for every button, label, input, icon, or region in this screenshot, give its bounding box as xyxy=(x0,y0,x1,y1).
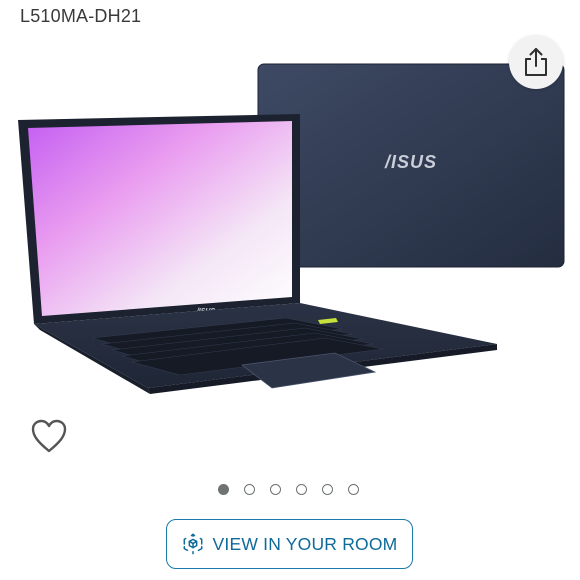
wishlist-heart-button[interactable] xyxy=(30,418,68,454)
laptop-illustration: /ISUS /ISUS xyxy=(18,63,565,394)
heart-icon xyxy=(31,419,67,453)
carousel-dot[interactable] xyxy=(296,484,307,495)
ar-cube-icon xyxy=(183,533,202,555)
laptop-back-view: /ISUS xyxy=(257,63,565,268)
carousel-dot[interactable] xyxy=(244,484,255,495)
view-in-your-room-label: VIEW IN YOUR ROOM xyxy=(212,533,398,554)
carousel-dot[interactable] xyxy=(348,484,359,495)
view-in-your-room-button[interactable]: VIEW IN YOUR ROOM xyxy=(166,519,413,569)
carousel-indicators xyxy=(218,484,359,495)
share-button[interactable] xyxy=(509,35,563,89)
product-model-title: L510MA-DH21 xyxy=(20,6,142,26)
share-icon xyxy=(525,48,547,76)
lid-logo: /ISUS xyxy=(384,152,437,172)
carousel-dot[interactable] xyxy=(322,484,333,495)
carousel-dot[interactable] xyxy=(218,484,229,495)
carousel-dot[interactable] xyxy=(270,484,281,495)
product-image[interactable]: /ISUS /ISUS xyxy=(0,60,580,400)
